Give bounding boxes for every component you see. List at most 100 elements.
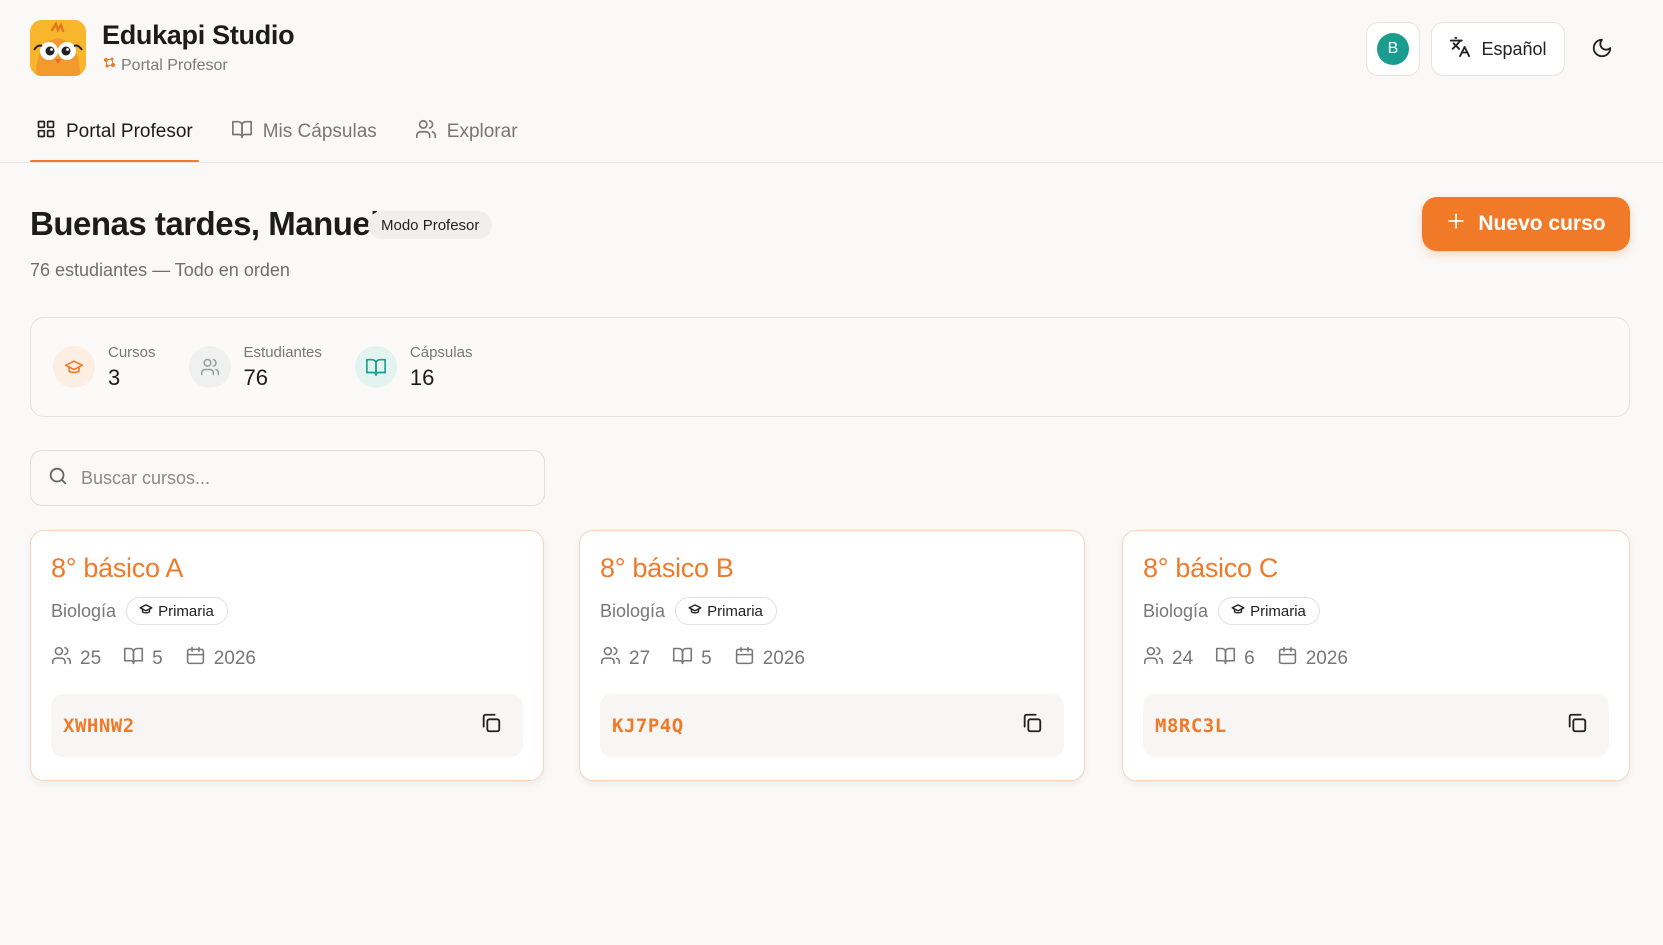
calendar-icon	[185, 645, 206, 672]
tab-label: Portal Profesor	[66, 120, 193, 142]
app-subtitle: Portal Profesor	[102, 56, 228, 75]
stat-value: 76	[243, 364, 268, 390]
graduation-cap-icon	[53, 346, 95, 388]
search-icon	[47, 465, 69, 492]
mode-badge: Modo Profesor	[368, 211, 493, 239]
avatar: B	[1377, 33, 1409, 65]
student-count: 24	[1143, 645, 1193, 672]
tab-label: Mis Cápsulas	[262, 120, 377, 142]
app-subtitle-text: Portal Profesor	[121, 56, 228, 74]
course-stats: 25 5 2026	[51, 645, 278, 672]
users-icon	[1143, 645, 1164, 672]
capsule-count-value: 6	[1244, 647, 1255, 669]
course-code-box: XWHNW2	[51, 694, 523, 757]
course-card[interactable]: 8° básico B Biología Primaria 27 5 2026 …	[579, 530, 1085, 781]
stat-label: Estudiantes	[243, 343, 322, 361]
language-label: Español	[1481, 38, 1547, 59]
student-count-value: 24	[1172, 647, 1194, 669]
page-title: Buenas tardes, Manuel	[30, 205, 379, 242]
course-meta: Biología Primaria	[51, 597, 228, 625]
users-icon	[600, 645, 621, 672]
book-open-icon	[354, 346, 397, 388]
users-icon	[51, 645, 72, 672]
calendar-icon	[1277, 645, 1298, 672]
new-course-label: Nuevo curso	[1478, 212, 1606, 235]
tabs-divider	[0, 162, 1663, 163]
plus-icon	[1446, 211, 1466, 237]
stat-value: 16	[409, 364, 435, 390]
theme-toggle-button[interactable]	[1580, 30, 1624, 70]
capsule-count: 5	[123, 645, 163, 672]
graduation-cap-icon	[139, 602, 153, 620]
course-card[interactable]: 8° básico A Biología Primaria 25 5 2026 …	[30, 530, 544, 781]
copy-icon	[1021, 712, 1043, 739]
course-search	[30, 450, 545, 506]
stat-label: Cursos	[108, 343, 156, 361]
level-label: Primaria	[158, 602, 214, 620]
student-count: 25	[51, 645, 101, 672]
capsule-count-value: 5	[152, 647, 163, 669]
capsule-count: 5	[672, 645, 712, 672]
copy-icon	[1566, 712, 1588, 739]
copy-code-button[interactable]	[477, 712, 505, 740]
status-summary: 76 estudiantes — Todo en orden	[30, 260, 290, 280]
app-title: Edukapi Studio	[102, 20, 295, 50]
copy-code-button[interactable]	[1563, 712, 1591, 740]
capsule-count: 6	[1215, 645, 1255, 672]
course-year: 2026	[185, 645, 256, 672]
course-title: 8° básico C	[1143, 553, 1279, 583]
course-stats: 27 5 2026	[600, 645, 827, 672]
graduation-cap-icon	[688, 602, 702, 620]
course-code-box: M8RC3L	[1143, 694, 1609, 757]
course-year-value: 2026	[1305, 647, 1348, 669]
grid-icon	[36, 119, 56, 145]
stat-students: Estudiantes 76	[188, 343, 322, 391]
calendar-icon	[734, 645, 755, 672]
graduation-cap-icon	[1231, 602, 1245, 620]
new-course-button[interactable]: Nuevo curso	[1422, 197, 1630, 251]
user-avatar-button[interactable]: B	[1366, 22, 1420, 76]
copy-code-button[interactable]	[1018, 712, 1046, 740]
course-year: 2026	[1277, 645, 1348, 672]
owl-logo-icon	[30, 20, 86, 76]
course-year-value: 2026	[762, 647, 805, 669]
course-title: 8° básico A	[51, 553, 184, 583]
book-open-icon	[231, 118, 253, 146]
tab-label: Explorar	[446, 120, 518, 142]
level-badge: Primaria	[126, 597, 228, 625]
tab-explorar[interactable]: Explorar	[409, 100, 524, 163]
translate-icon	[1449, 36, 1471, 63]
sparkle-icon	[102, 56, 116, 75]
level-badge: Primaria	[675, 597, 777, 625]
tab-portal-profesor[interactable]: Portal Profesor	[30, 100, 199, 163]
course-year: 2026	[734, 645, 805, 672]
tab-mis-capsulas[interactable]: Mis Cápsulas	[225, 100, 383, 163]
student-count-value: 27	[629, 647, 651, 669]
search-input[interactable]	[81, 467, 521, 489]
main-tabs: Portal Profesor Mis Cápsulas Explorar	[30, 100, 550, 163]
moon-icon	[1591, 37, 1613, 64]
course-subject: Biología	[1143, 600, 1209, 621]
course-subject: Biología	[600, 600, 666, 621]
course-code-box: KJ7P4Q	[600, 694, 1064, 757]
course-title: 8° básico B	[600, 553, 734, 583]
stats-panel: Cursos 3 Estudiantes 76 Cápsulas 16	[30, 317, 1630, 417]
stat-courses: Cursos 3	[53, 344, 156, 391]
book-open-icon	[672, 645, 693, 672]
student-count-value: 25	[80, 647, 102, 669]
course-meta: Biología Primaria	[1143, 597, 1320, 625]
stat-value: 3	[108, 364, 121, 390]
capsule-count-value: 5	[701, 647, 712, 669]
course-year-value: 2026	[213, 647, 256, 669]
stat-capsules: Cápsulas 16	[354, 343, 473, 391]
stat-label: Cápsulas	[409, 343, 473, 361]
level-badge: Primaria	[1218, 597, 1320, 625]
student-count: 27	[600, 645, 650, 672]
course-code: KJ7P4Q	[612, 714, 684, 737]
level-label: Primaria	[1250, 602, 1306, 620]
level-label: Primaria	[707, 602, 763, 620]
course-card[interactable]: 8° básico C Biología Primaria 24 6 2026 …	[1122, 530, 1630, 781]
book-open-icon	[123, 645, 144, 672]
language-button[interactable]: Español	[1431, 22, 1565, 76]
course-code: XWHNW2	[63, 714, 135, 737]
